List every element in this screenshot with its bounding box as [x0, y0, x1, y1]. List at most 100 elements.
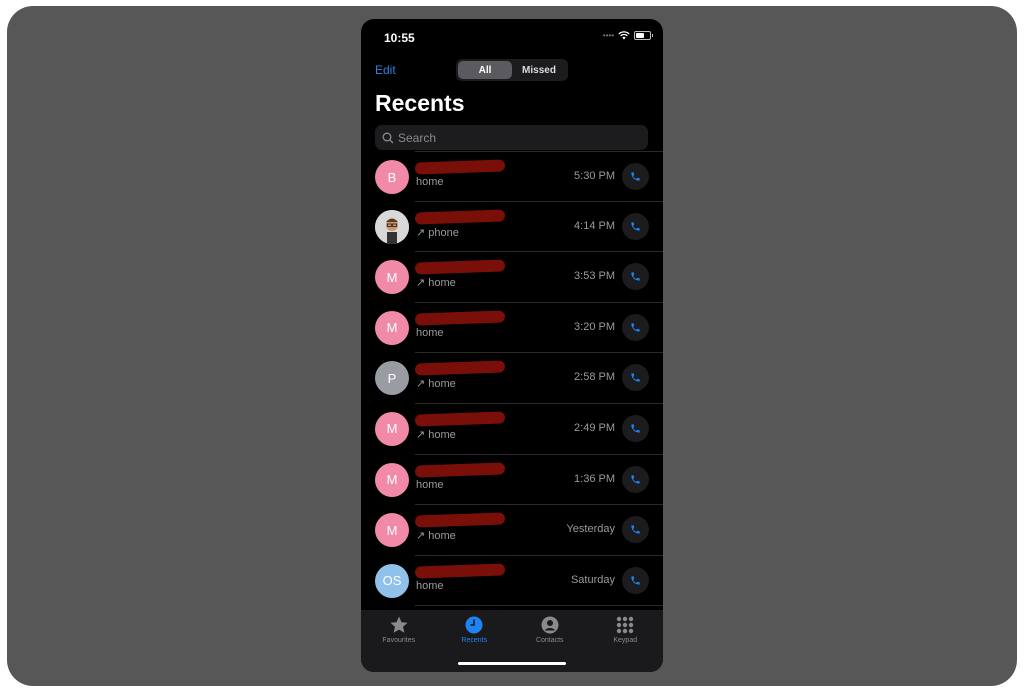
call-type-label: home	[416, 479, 444, 491]
outgoing-arrow-icon: ↗	[416, 530, 429, 543]
number-label: phone	[428, 226, 459, 239]
call-type-label: ↗ home	[416, 377, 456, 390]
search-icon	[382, 132, 394, 143]
redacted-contact-name	[414, 411, 506, 427]
phone-icon	[631, 323, 640, 332]
recent-call-row[interactable]: M ↗ home Yesterday	[375, 505, 663, 556]
phone-icon	[631, 474, 640, 484]
redacted-contact-name	[414, 461, 506, 478]
tab-label: Favourites	[382, 637, 416, 644]
person-icon	[541, 616, 559, 634]
tab-bar: Favourites Recents Contacts Keypad	[361, 610, 663, 672]
redacted-contact-name	[414, 159, 506, 175]
segment-missed[interactable]: Missed	[512, 61, 566, 79]
call-button[interactable]	[622, 212, 649, 240]
recent-call-row[interactable]: M home 1:36 PM	[375, 455, 663, 506]
page-title: Recents	[375, 90, 465, 116]
call-type-label: ↗ phone	[416, 226, 459, 239]
avatar: OS	[375, 563, 409, 598]
status-time: 10:55	[384, 31, 415, 45]
wifi-icon	[618, 31, 630, 40]
phone-icon	[631, 576, 640, 585]
recent-call-row[interactable]: B home 5:30 PM	[375, 151, 663, 202]
tab-label: Keypad	[613, 637, 638, 644]
call-type-label: ↗ home	[416, 529, 456, 542]
segment-all[interactable]: All	[458, 61, 512, 79]
phone-icon	[631, 221, 640, 231]
call-type-label: ↗ home	[416, 428, 456, 441]
call-button[interactable]	[622, 516, 649, 544]
redacted-contact-name	[414, 310, 506, 326]
call-time: 2:58 PM	[574, 371, 615, 384]
call-button[interactable]	[622, 163, 649, 190]
recent-call-row[interactable]: P ↗ home 2:58 PM	[375, 353, 663, 404]
signal-icon: ••••	[602, 31, 614, 40]
avatar-initials: B	[387, 169, 397, 185]
call-button[interactable]	[622, 465, 649, 493]
avatar: P	[375, 361, 409, 396]
call-time: 4:14 PM	[574, 219, 615, 232]
avatar-initials: OS	[382, 573, 402, 589]
home-indicator[interactable]	[458, 662, 566, 665]
phone-icon	[631, 424, 640, 433]
outgoing-arrow-icon: ↗	[416, 277, 429, 290]
redacted-contact-name	[414, 360, 506, 376]
search-bar[interactable]	[375, 125, 648, 150]
call-button[interactable]	[622, 364, 649, 392]
phone-screen: 10:55 •••• Edit All Missed Recents B hom…	[361, 19, 663, 672]
call-time: 3:20 PM	[574, 320, 615, 333]
number-label: home	[428, 378, 456, 391]
avatar-initials: M	[386, 269, 398, 285]
avatar: M	[375, 513, 409, 548]
call-button[interactable]	[622, 414, 649, 442]
number-label: home	[428, 277, 456, 290]
number-label: home	[416, 176, 444, 188]
call-time: 1:36 PM	[574, 472, 615, 485]
call-type-label: home	[416, 176, 444, 188]
outgoing-arrow-icon: ↗	[416, 428, 429, 441]
call-time: 5:30 PM	[574, 170, 615, 182]
memoji-avatar-icon	[375, 209, 409, 244]
redacted-contact-name	[414, 563, 506, 579]
recents-list: B home 5:30 PM ↗ phone 4:14 PM M ↗ home …	[361, 151, 663, 607]
number-label: home	[428, 428, 456, 441]
tab-favourites[interactable]: Favourites	[361, 610, 437, 672]
phone-icon	[631, 525, 640, 534]
phone-icon	[631, 373, 640, 382]
call-button[interactable]	[622, 566, 649, 594]
battery-icon	[634, 31, 653, 40]
recent-call-row[interactable]: M ↗ home 2:49 PM	[375, 404, 663, 455]
call-type-label: ↗ home	[416, 276, 456, 289]
status-bar: 10:55 ••••	[361, 19, 663, 53]
redacted-contact-name	[414, 512, 506, 528]
star-icon	[390, 616, 408, 633]
outgoing-arrow-icon: ↗	[416, 226, 429, 239]
clock-icon	[465, 616, 483, 634]
edit-button[interactable]: Edit	[375, 63, 396, 77]
recent-call-row[interactable]: M ↗ home 3:53 PM	[375, 252, 663, 303]
call-time: Yesterday	[566, 523, 615, 536]
number-label: home	[416, 478, 444, 491]
tab-keypad[interactable]: Keypad	[588, 610, 664, 672]
call-time: 2:49 PM	[574, 421, 615, 434]
search-input[interactable]	[398, 130, 628, 145]
avatar: B	[375, 160, 409, 194]
recent-call-row[interactable]: OS home Saturday	[375, 556, 663, 607]
avatar: M	[375, 260, 409, 295]
call-time: Saturday	[570, 573, 615, 586]
recent-call-row[interactable]: ↗ phone 4:14 PM	[375, 202, 663, 253]
phone-icon	[631, 272, 640, 281]
call-type-label: home	[416, 580, 444, 592]
avatar	[375, 209, 409, 244]
call-type-label: home	[416, 327, 444, 339]
tab-label: Contacts	[535, 637, 564, 644]
call-button[interactable]	[622, 263, 649, 291]
filter-segmented-control: All Missed	[456, 59, 568, 81]
tab-label: Recents	[461, 637, 488, 644]
avatar-initials: M	[386, 522, 398, 538]
recent-call-row[interactable]: M home 3:20 PM	[375, 303, 663, 354]
number-label: home	[416, 579, 444, 592]
call-button[interactable]	[622, 313, 649, 341]
avatar-initials: P	[387, 370, 397, 386]
avatar: M	[375, 310, 409, 345]
